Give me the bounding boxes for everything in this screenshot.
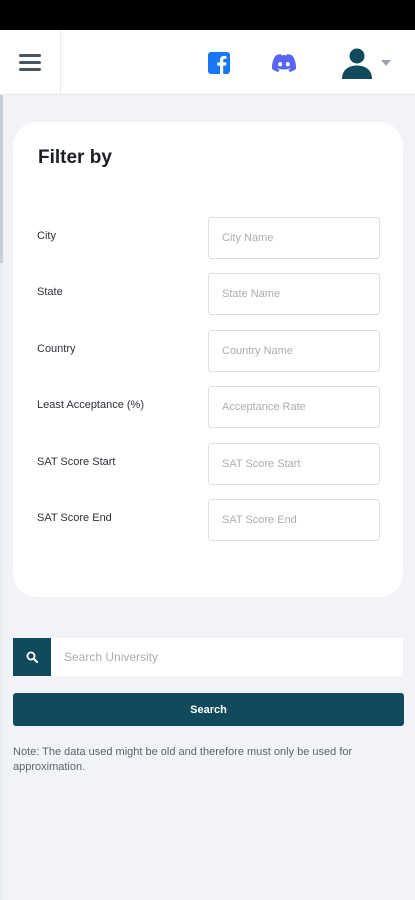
sat-score-start-input[interactable] <box>208 443 380 485</box>
facebook-icon[interactable] <box>208 52 230 74</box>
caret-down-icon[interactable] <box>381 60 391 66</box>
sat-start-label: SAT Score Start <box>37 456 116 468</box>
filter-row-acceptance: Least Acceptance (%) <box>13 386 403 428</box>
sat-score-end-input[interactable] <box>208 499 380 541</box>
top-navigation-bar <box>0 30 415 95</box>
discord-icon[interactable] <box>272 54 296 72</box>
university-search-bar <box>13 638 403 676</box>
state-input[interactable] <box>208 273 380 315</box>
filter-row-sat-end: SAT Score End <box>13 499 403 541</box>
country-input[interactable] <box>208 330 380 372</box>
data-disclaimer-note: Note: The data used might be old and the… <box>13 746 353 773</box>
filter-row-sat-start: SAT Score Start <box>13 443 403 485</box>
acceptance-label: Least Acceptance (%) <box>37 399 145 411</box>
filter-row-country: Country <box>13 330 403 372</box>
left-edge-scroll-indicator <box>0 95 3 263</box>
acceptance-rate-input[interactable] <box>208 386 380 428</box>
search-university-input[interactable] <box>51 638 403 676</box>
search-icon[interactable] <box>13 638 51 676</box>
hamburger-menu-icon[interactable] <box>0 30 61 95</box>
filter-card: Filter by City State Country Least Accep… <box>13 122 403 597</box>
status-bar <box>0 0 415 30</box>
city-input[interactable] <box>208 217 380 259</box>
country-label: Country <box>37 343 76 355</box>
search-button[interactable]: Search <box>13 693 404 726</box>
sat-end-label: SAT Score End <box>37 512 112 524</box>
user-avatar-icon[interactable] <box>341 47 373 79</box>
filter-row-state: State <box>13 273 403 315</box>
filter-title: Filter by <box>38 147 112 168</box>
city-label: City <box>37 230 56 242</box>
state-label: State <box>37 286 63 298</box>
filter-row-city: City <box>13 217 403 259</box>
